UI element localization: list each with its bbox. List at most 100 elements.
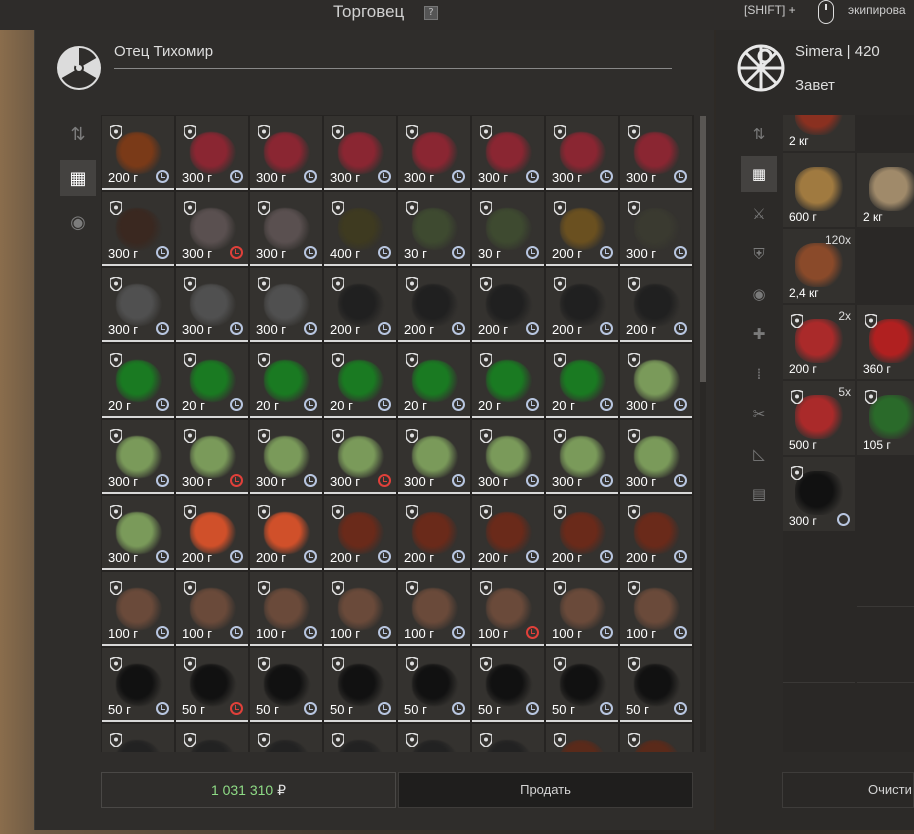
inventory-slot[interactable]: 600 г [783, 153, 855, 227]
inventory-slot[interactable]: 2x 200 г [783, 305, 855, 379]
inventory-slot[interactable]: 50 г [398, 648, 470, 722]
inventory-slot[interactable]: 200 г [176, 496, 248, 570]
empty-slot[interactable] [857, 685, 914, 752]
inventory-slot[interactable]: 20 г [176, 344, 248, 418]
inventory-slot[interactable]: 300 г [102, 496, 174, 570]
sort-icon[interactable]: ⇅ [741, 116, 777, 152]
inventory-slot[interactable] [398, 724, 470, 752]
inventory-slot[interactable]: 105 г [857, 381, 914, 455]
artifact-icon[interactable]: ◉ [741, 276, 777, 312]
storage-icon[interactable]: ▤ [741, 476, 777, 512]
inventory-slot[interactable]: 5x 500 г [783, 381, 855, 455]
tools-icon[interactable]: ✂ [741, 396, 777, 432]
inventory-slot[interactable]: 300 г [472, 116, 544, 190]
inventory-slot[interactable]: 300 г [620, 420, 692, 494]
inventory-slot[interactable]: 100 г [546, 572, 618, 646]
ammo-icon[interactable]: ⁞ [741, 356, 777, 392]
inventory-slot[interactable]: 300 г [250, 420, 322, 494]
inventory-slot[interactable]: 200 г [620, 496, 692, 570]
empty-slot[interactable] [857, 533, 914, 607]
inventory-slot[interactable]: 300 г [176, 192, 248, 266]
inventory-slot[interactable]: 200 г [472, 496, 544, 570]
inventory-slot[interactable] [472, 724, 544, 752]
inventory-slot[interactable]: 300 г [472, 420, 544, 494]
inventory-slot[interactable]: 2 кг [783, 115, 855, 151]
inventory-slot[interactable]: 50 г [102, 648, 174, 722]
inventory-slot[interactable]: 300 г [398, 116, 470, 190]
inventory-slot[interactable]: 50 г [620, 648, 692, 722]
empty-slot[interactable] [857, 115, 914, 151]
inventory-slot[interactable]: 100 г [398, 572, 470, 646]
inventory-slot[interactable]: 360 г [857, 305, 914, 379]
inventory-slot[interactable]: 20 г [546, 344, 618, 418]
medkit-icon[interactable]: ✚ [741, 316, 777, 352]
inventory-slot[interactable]: 300 г [102, 268, 174, 342]
inventory-slot[interactable]: 300 г [324, 116, 396, 190]
inventory-slot[interactable]: 300 г [176, 116, 248, 190]
inventory-slot[interactable]: 200 г [620, 268, 692, 342]
inventory-slot[interactable]: 300 г [250, 268, 322, 342]
inventory-slot[interactable]: 50 г [324, 648, 396, 722]
inventory-slot[interactable]: 300 г [102, 420, 174, 494]
inventory-slot[interactable]: 300 г [324, 420, 396, 494]
inventory-slot[interactable]: 200 г [546, 192, 618, 266]
weapon-icon[interactable]: ⚔ [741, 196, 777, 232]
inventory-slot[interactable]: 300 г [102, 192, 174, 266]
inventory-slot[interactable]: 20 г [250, 344, 322, 418]
inventory-slot[interactable]: 400 г [324, 192, 396, 266]
grid-icon[interactable]: ▦ [60, 160, 96, 196]
inventory-slot[interactable]: 20 г [398, 344, 470, 418]
empty-slot[interactable] [857, 229, 914, 303]
help-button[interactable]: ? [424, 6, 438, 20]
ruler-icon[interactable]: ◺ [741, 436, 777, 472]
clear-button[interactable]: Очисти [782, 772, 914, 808]
inventory-slot[interactable] [546, 724, 618, 752]
grid-icon[interactable]: ▦ [741, 156, 777, 192]
inventory-slot[interactable] [324, 724, 396, 752]
empty-slot[interactable] [857, 609, 914, 683]
inventory-slot[interactable]: 100 г [620, 572, 692, 646]
inventory-slot[interactable]: 200 г [472, 268, 544, 342]
inventory-slot[interactable]: 300 г [176, 268, 248, 342]
artifact-icon[interactable]: ◉ [60, 204, 96, 240]
inventory-slot[interactable] [102, 724, 174, 752]
sell-button[interactable]: Продать [398, 772, 693, 808]
inventory-slot[interactable]: 200 г [250, 496, 322, 570]
inventory-slot[interactable] [176, 724, 248, 752]
inventory-slot[interactable] [250, 724, 322, 752]
scrollbar[interactable] [700, 116, 706, 752]
empty-slot[interactable] [783, 685, 855, 752]
inventory-slot[interactable]: 300 г [250, 116, 322, 190]
inventory-slot[interactable]: 100 г [102, 572, 174, 646]
inventory-slot[interactable]: 30 г [472, 192, 544, 266]
inventory-slot[interactable]: 200 г [398, 496, 470, 570]
inventory-slot[interactable]: 300 г [620, 116, 692, 190]
inventory-slot[interactable]: 200 г [324, 268, 396, 342]
inventory-slot[interactable]: 200 г [546, 496, 618, 570]
inventory-slot[interactable]: 200 г [102, 116, 174, 190]
inventory-slot[interactable]: 300 г [250, 192, 322, 266]
inventory-slot[interactable]: 20 г [102, 344, 174, 418]
inventory-slot[interactable]: 100 г [472, 572, 544, 646]
inventory-slot[interactable]: 300 г [398, 420, 470, 494]
inventory-slot[interactable]: 300 г [620, 344, 692, 418]
inventory-slot[interactable]: 300 г [546, 420, 618, 494]
inventory-slot[interactable]: 200 г [546, 268, 618, 342]
inventory-slot[interactable] [620, 724, 692, 752]
sort-icon[interactable]: ⇅ [60, 116, 96, 152]
inventory-slot[interactable]: 100 г [324, 572, 396, 646]
inventory-slot[interactable]: 300 г [546, 116, 618, 190]
scrollbar-thumb[interactable] [700, 116, 706, 382]
inventory-slot[interactable]: 100 г [176, 572, 248, 646]
inventory-slot[interactable]: 20 г [324, 344, 396, 418]
inventory-slot[interactable]: 50 г [546, 648, 618, 722]
inventory-slot[interactable]: 300 г [783, 457, 855, 531]
inventory-slot[interactable]: 100 г [250, 572, 322, 646]
inventory-slot[interactable]: 50 г [250, 648, 322, 722]
inventory-slot[interactable]: 50 г [472, 648, 544, 722]
armor-icon[interactable]: ⛨ [741, 236, 777, 272]
inventory-slot[interactable]: 20 г [472, 344, 544, 418]
inventory-slot[interactable]: 2 кг [857, 153, 914, 227]
inventory-slot[interactable]: 120x 2,4 кг [783, 229, 855, 303]
inventory-slot[interactable]: 200 г [398, 268, 470, 342]
